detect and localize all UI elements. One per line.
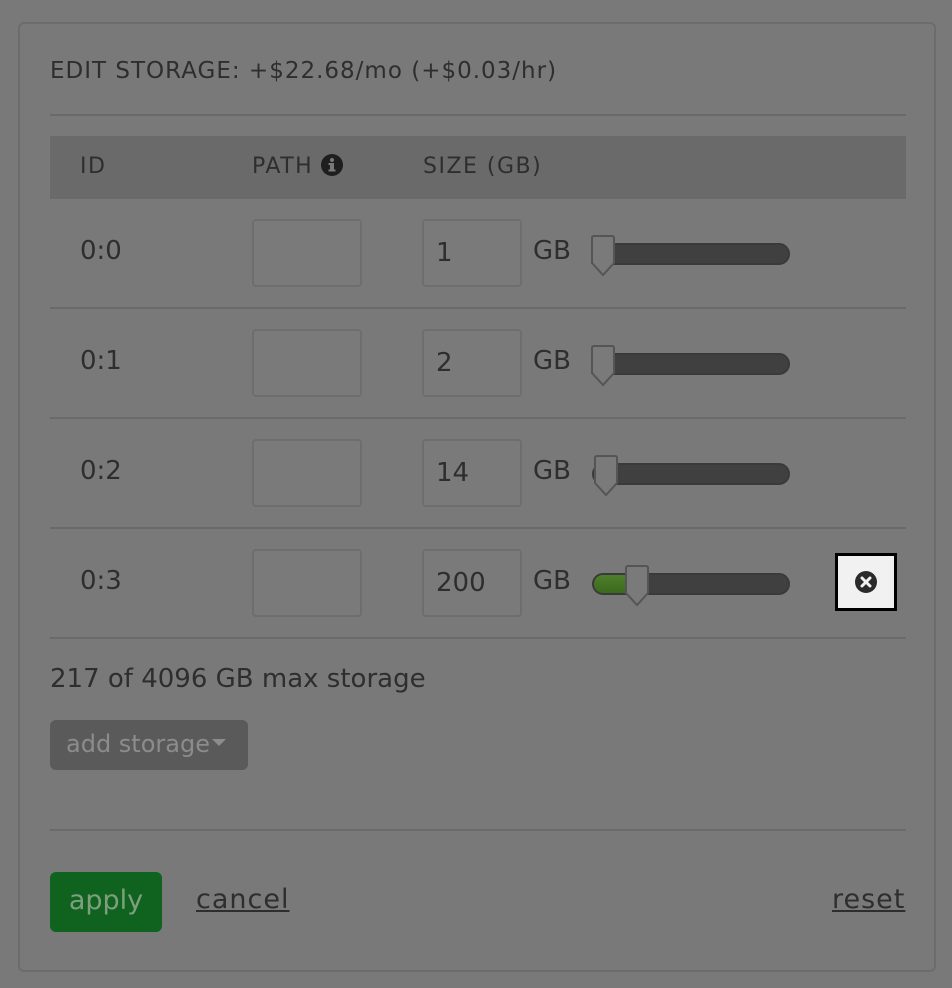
storage-id: 0:0 [80, 236, 122, 266]
table-row: 0:1 2 GB [50, 309, 906, 419]
header-path-label: PATH [252, 154, 314, 179]
storage-id: 0:2 [80, 456, 122, 486]
slider-track[interactable] [592, 353, 790, 375]
path-input[interactable] [252, 219, 362, 287]
path-input[interactable] [252, 439, 362, 507]
slider-track[interactable] [592, 463, 790, 485]
remove-storage-button[interactable] [835, 553, 897, 611]
slider-handle[interactable] [590, 345, 616, 387]
add-storage-button[interactable]: add storage [50, 720, 248, 770]
header-id: ID [80, 154, 107, 179]
dialog-title: EDIT STORAGE: +$22.68/mo (+$0.03/hr) [50, 58, 558, 84]
times-circle-icon [855, 571, 877, 593]
table-row: 0:3 200 GB [50, 529, 906, 639]
add-storage-label: add storage [66, 730, 210, 758]
divider [50, 829, 906, 831]
path-input[interactable] [252, 329, 362, 397]
size-slider[interactable] [590, 345, 790, 387]
storage-id: 0:1 [80, 346, 122, 376]
table-row: 0:2 14 GB [50, 419, 906, 529]
header-path: PATH [252, 154, 344, 182]
size-unit: GB [533, 236, 571, 266]
size-input[interactable]: 2 [422, 329, 522, 397]
size-slider[interactable] [590, 455, 790, 497]
size-input[interactable]: 1 [422, 219, 522, 287]
cancel-link[interactable]: cancel [196, 884, 289, 915]
size-slider[interactable] [590, 565, 790, 607]
row-divider [50, 637, 906, 639]
path-input[interactable] [252, 549, 362, 617]
slider-track[interactable] [592, 243, 790, 265]
size-slider[interactable] [590, 235, 790, 277]
storage-summary: 217 of 4096 GB max storage [50, 664, 426, 694]
slider-handle[interactable] [590, 235, 616, 277]
slider-handle[interactable] [593, 455, 619, 497]
divider [50, 114, 906, 116]
apply-button[interactable]: apply [50, 872, 162, 932]
storage-id: 0:3 [80, 566, 122, 596]
table-row: 0:0 1 GB [50, 199, 906, 309]
reset-link[interactable]: reset [832, 884, 905, 915]
size-unit: GB [533, 456, 571, 486]
info-icon[interactable] [321, 154, 344, 182]
header-size: SIZE (GB) [423, 154, 543, 179]
size-unit: GB [533, 346, 571, 376]
size-input[interactable]: 14 [422, 439, 522, 507]
slider-handle[interactable] [624, 565, 650, 607]
size-input[interactable]: 200 [422, 549, 522, 617]
size-unit: GB [533, 566, 571, 596]
caret-down-icon [211, 739, 226, 746]
